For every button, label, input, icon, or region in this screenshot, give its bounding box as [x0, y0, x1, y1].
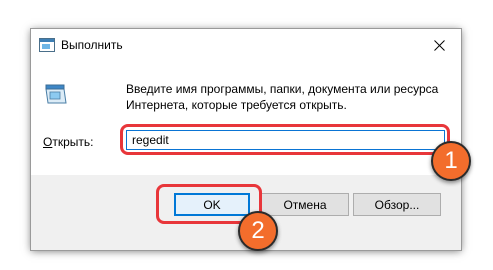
title-bar: Выполнить: [31, 29, 461, 61]
close-button[interactable]: [417, 29, 461, 61]
run-dialog-icon: [39, 38, 55, 52]
open-label-rest: ткрыть:: [52, 135, 94, 149]
browse-button[interactable]: Обзор...: [353, 193, 441, 216]
open-label-accesskey: О: [43, 135, 53, 149]
step-badge-2: 2: [238, 211, 278, 251]
description-text: Введите имя программы, папки, документа …: [126, 82, 439, 112]
run-icon: [45, 84, 67, 104]
ok-button[interactable]: OK: [174, 193, 250, 216]
screenshot-canvas: Выполнить Введите имя программы, папки, …: [0, 0, 493, 270]
browse-ellipsis: ...: [409, 197, 420, 212]
open-input[interactable]: [126, 130, 445, 150]
dialog-content: Введите имя программы, папки, документа …: [31, 61, 461, 175]
cancel-button[interactable]: Отмена: [261, 193, 349, 216]
step-badge-1: 1: [431, 141, 471, 181]
close-icon: [433, 39, 445, 51]
browse-label: Обзор: [374, 197, 410, 212]
open-label: Открыть:: [43, 135, 93, 149]
window-title: Выполнить: [61, 38, 123, 52]
